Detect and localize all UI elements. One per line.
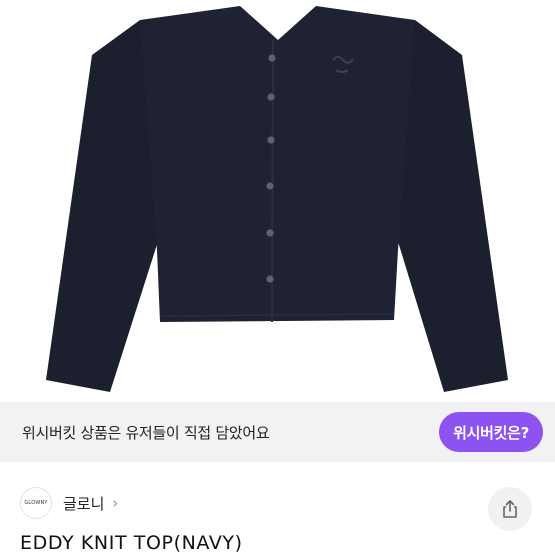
- cardigan-button-3: [267, 136, 275, 144]
- shop-link[interactable]: GLOWNY 글로니 ›: [20, 486, 118, 520]
- cardigan-button-1: [268, 54, 276, 62]
- shop-logo: GLOWNY: [20, 487, 52, 519]
- wishlist-banner: 위시버킷 상품은 유저들이 직접 담았어요 위시버킷은?: [0, 402, 555, 462]
- wishlist-info-button[interactable]: 위시버킷은?: [439, 412, 543, 452]
- chevron-right-icon: ›: [112, 494, 119, 512]
- shop-logo-text: GLOWNY: [24, 500, 48, 506]
- share-icon: [503, 500, 517, 518]
- banner-text: 위시버킷 상품은 유저들이 직접 담았어요: [22, 423, 270, 442]
- product-image[interactable]: [0, 0, 555, 402]
- cardigan-illustration: [46, 6, 508, 392]
- cardigan-button-5: [266, 229, 274, 237]
- product-title: EDDY KNIT TOP(NAVY): [20, 532, 243, 554]
- cardigan-body: [140, 6, 415, 322]
- cardigan-button-6: [266, 275, 274, 283]
- shop-name: 글로니: [63, 494, 105, 513]
- share-button[interactable]: [488, 487, 532, 531]
- cardigan-button-4: [266, 182, 274, 190]
- cardigan-button-2: [267, 93, 275, 101]
